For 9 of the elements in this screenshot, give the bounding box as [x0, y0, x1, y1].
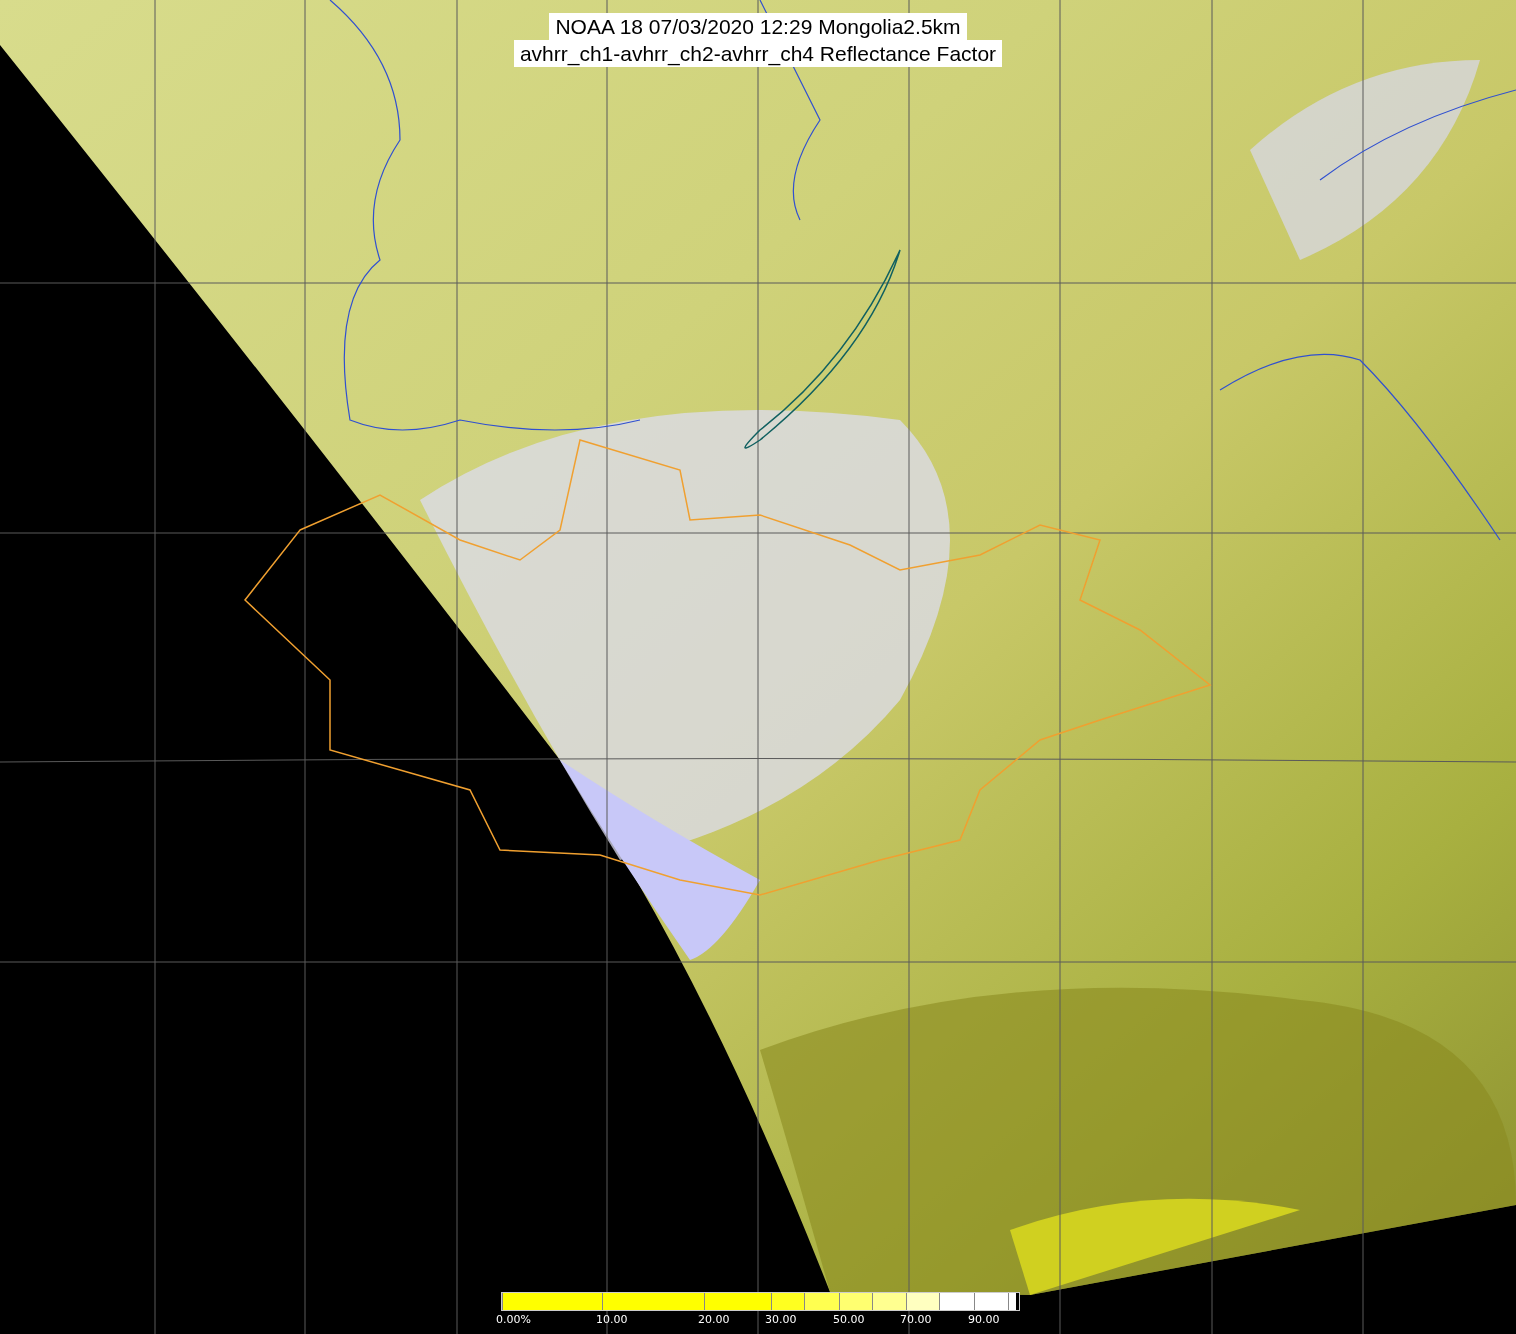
- scale-label: 20.00: [698, 1313, 730, 1326]
- map-title: NOAA 18 07/03/2020 12:29 Mongolia2.5km: [549, 13, 967, 40]
- map-title: avhrr_ch1-avhrr_ch2-avhrr_ch4 Reflectance Factor: [513, 40, 1003, 67]
- scale-label: 10.00: [596, 1313, 628, 1326]
- scale-label: 50.00: [833, 1313, 865, 1326]
- scale-label: 70.00: [900, 1313, 932, 1326]
- scale-label: 90.00: [968, 1313, 1000, 1326]
- scale-label: 30.00: [765, 1313, 797, 1326]
- scale-label: 0.00%: [496, 1313, 531, 1326]
